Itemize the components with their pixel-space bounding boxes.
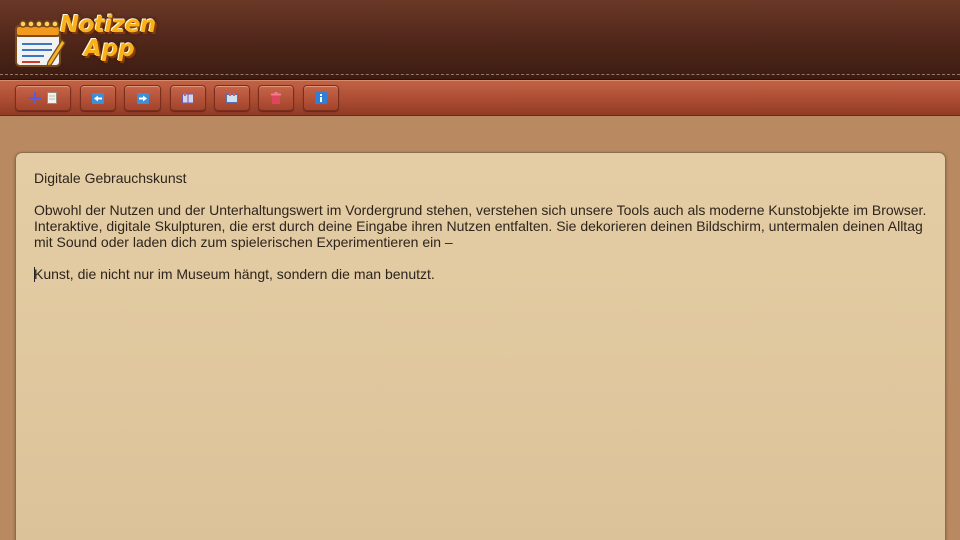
note-editor[interactable]: Digitale Gebrauchskunst Obwohl der Nutze… (15, 152, 946, 540)
note-title: Digitale Gebrauchskunst (34, 170, 187, 186)
note-text-area[interactable]: Digitale Gebrauchskunst Obwohl der Nutze… (34, 170, 929, 298)
open-book-button[interactable] (170, 85, 206, 111)
plus-icon (29, 92, 41, 104)
book-icon (182, 92, 194, 104)
app-header: Notizen App (0, 0, 960, 80)
toolbar (0, 80, 960, 116)
logo-title-line2: App (84, 36, 135, 62)
arrow-right-icon (136, 92, 149, 104)
arrow-left-icon (92, 92, 104, 104)
info-icon (315, 92, 327, 104)
note-page-icon (47, 92, 57, 104)
logo-title-line1: Notizen (60, 12, 156, 38)
notepad-icon (15, 20, 66, 67)
note-closing-line: Kunst, die nicht nur im Museum hängt, so… (34, 266, 929, 282)
note-paragraph: Obwohl der Nutzen und der Unterhaltungsw… (34, 202, 927, 250)
info-button[interactable] (303, 85, 339, 111)
screen-button[interactable] (214, 85, 250, 111)
back-button[interactable] (80, 85, 116, 111)
delete-button[interactable] (258, 85, 294, 111)
trash-icon (271, 92, 281, 104)
forward-button[interactable] (124, 85, 161, 111)
note-closing-text: Kunst, die nicht nur im Museum hängt, so… (34, 266, 435, 282)
app-logo[interactable]: Notizen App (12, 10, 162, 68)
new-note-button[interactable] (15, 85, 71, 111)
monitor-icon (226, 92, 238, 104)
